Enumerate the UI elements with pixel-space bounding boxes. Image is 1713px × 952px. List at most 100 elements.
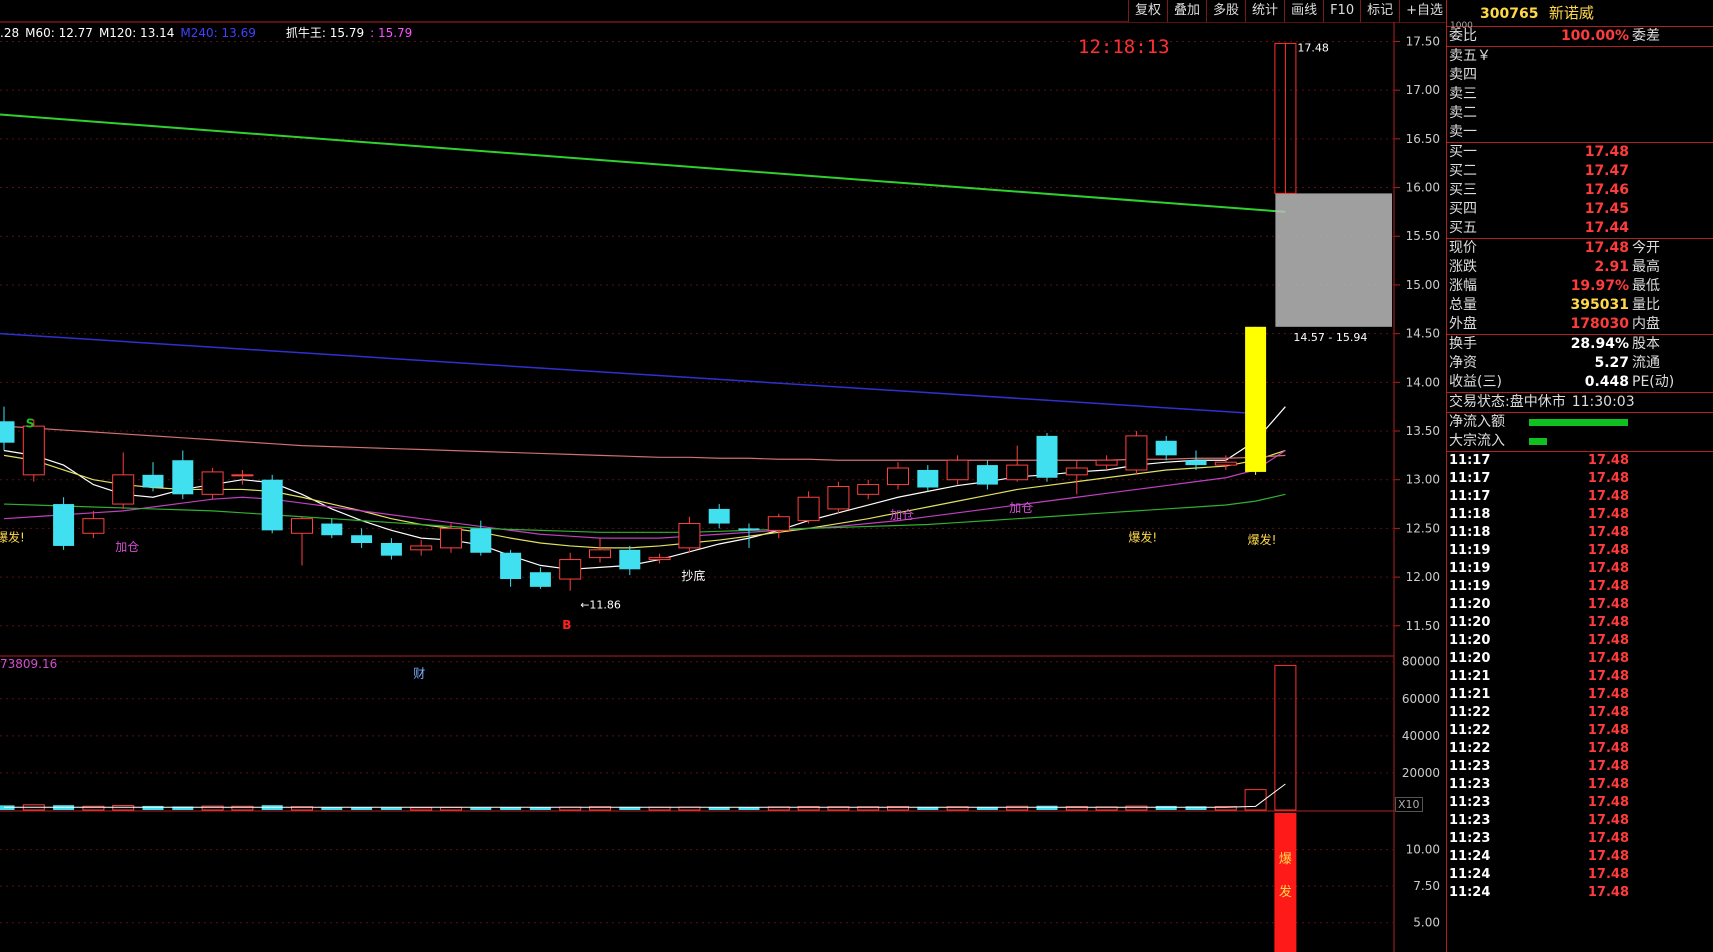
tick-row[interactable]: 11:23 17.48 <box>1447 812 1713 830</box>
tick-time: 11:24 <box>1449 885 1491 900</box>
tick-row[interactable]: 11:24 17.48 <box>1447 884 1713 902</box>
toolbar-item-3[interactable]: 统计 <box>1245 0 1284 22</box>
stats-row: 净资 5.27 流通 <box>1447 354 1713 373</box>
tick-row[interactable]: 11:19 17.48 <box>1447 542 1713 560</box>
price-tick-label: 14.00 <box>1406 375 1440 389</box>
candle-body <box>797 496 820 522</box>
code-prefix: 1000 <box>1450 21 1473 31</box>
stock-title: 1000 300765 新诺威 <box>1447 0 1713 31</box>
tick-row[interactable]: 11:23 17.48 <box>1447 776 1713 794</box>
stats-label: 换手 <box>1449 336 1477 352</box>
toolbar-item-0[interactable]: 复权 <box>1128 0 1167 22</box>
x10-label: X10 <box>1395 797 1423 812</box>
tick-row[interactable]: 11:22 17.48 <box>1447 704 1713 722</box>
tick-price: 17.48 <box>1587 849 1629 864</box>
signal-annotation: 财 <box>413 667 425 681</box>
quote-label: 总量 <box>1449 297 1477 313</box>
tick-row[interactable]: 11:21 17.48 <box>1447 668 1713 686</box>
stock-code: 300765 <box>1480 6 1539 22</box>
quote-label2: 最高 <box>1632 259 1660 275</box>
flow-block: 净流入额 大宗流入 <box>1447 413 1713 452</box>
tick-time: 11:20 <box>1449 597 1491 612</box>
quote-value: 178030 <box>1570 316 1629 332</box>
signal-annotation: 爆发! <box>0 529 25 544</box>
quote-label: 涨跌 <box>1449 259 1477 275</box>
tick-row[interactable]: 11:17 17.48 <box>1447 470 1713 488</box>
tick-row[interactable]: 11:23 17.48 <box>1447 758 1713 776</box>
tick-row[interactable]: 11:23 17.48 <box>1447 830 1713 848</box>
tick-row[interactable]: 11:20 17.48 <box>1447 650 1713 668</box>
indicator-tick-label: 10.00 <box>1406 843 1440 857</box>
stats-label: 净资 <box>1449 355 1477 371</box>
buy-level-row: 买二 17.47 <box>1447 162 1713 181</box>
candle-body <box>172 460 194 495</box>
signal-annotation: B <box>562 618 571 632</box>
quote-label2: 最低 <box>1632 278 1660 294</box>
volume-bar <box>201 805 224 811</box>
tick-row[interactable]: 11:20 17.48 <box>1447 596 1713 614</box>
quote-label2: 今开 <box>1632 240 1660 256</box>
toolbar-item-4[interactable]: 画线 <box>1284 0 1323 22</box>
toolbar-item-1[interactable]: 叠加 <box>1167 0 1206 22</box>
toolbar-item-5[interactable]: F10 <box>1323 0 1360 22</box>
tick-row[interactable]: 11:22 17.48 <box>1447 740 1713 758</box>
tick-time: 11:24 <box>1449 867 1491 882</box>
tick-row[interactable]: 11:17 17.48 <box>1447 452 1713 470</box>
tick-price: 17.48 <box>1587 759 1629 774</box>
tick-list[interactable]: 11:17 17.48 11:17 17.48 11:17 17.48 11:18 17.48… <box>1447 452 1713 902</box>
quote-row: 外盘 178030 内盘 <box>1447 315 1713 334</box>
tick-row[interactable]: 11:21 17.48 <box>1447 686 1713 704</box>
volume-bar <box>380 807 402 810</box>
tick-row[interactable]: 11:20 17.48 <box>1447 614 1713 632</box>
quote-label: 现价 <box>1449 240 1477 256</box>
tick-row[interactable]: 11:22 17.48 <box>1447 722 1713 740</box>
ma-series-2 <box>3 449 1286 539</box>
toolbar-item-6[interactable]: 标记 <box>1360 0 1399 22</box>
candle-body <box>470 528 492 553</box>
toolbar-item-2[interactable]: 多股 <box>1206 0 1245 22</box>
tick-row[interactable]: 11:24 17.48 <box>1447 848 1713 866</box>
zone-range-label: 14.57 - 15.94 <box>1293 331 1367 344</box>
volume-ma <box>4 783 1286 808</box>
candle-body <box>767 516 790 531</box>
candle-body <box>0 421 15 443</box>
tick-row[interactable]: 11:19 17.48 <box>1447 578 1713 596</box>
price-tick-label: 14.50 <box>1406 327 1440 341</box>
volume-bar <box>1036 805 1058 810</box>
tick-row[interactable]: 11:17 17.48 <box>1447 488 1713 506</box>
tick-row[interactable]: 11:24 17.48 <box>1447 866 1713 884</box>
tick-price: 17.48 <box>1587 741 1629 756</box>
volume-legend: 73809.16 <box>0 657 58 671</box>
candle-body <box>261 479 283 531</box>
tick-price: 17.48 <box>1587 867 1629 882</box>
quote-label2: 量比 <box>1632 297 1660 313</box>
kline-chart[interactable]: 17.50 17.00 16.50 16.00 15.50 15.00 14.50 14.00… <box>0 0 1446 952</box>
price-tick-label: 11.50 <box>1406 619 1440 633</box>
candle-body <box>976 465 998 485</box>
buy-level-label: 买三 <box>1449 182 1477 198</box>
volume-bar <box>470 807 492 810</box>
tick-time: 11:22 <box>1449 723 1491 738</box>
candle-body <box>1155 440 1177 456</box>
candle-body <box>738 528 760 531</box>
buy-level-price: 17.45 <box>1584 201 1629 217</box>
tick-row[interactable]: 11:19 17.48 <box>1447 560 1713 578</box>
tick-row[interactable]: 11:18 17.48 <box>1447 524 1713 542</box>
buy-level-label: 买二 <box>1449 163 1477 179</box>
tick-row[interactable]: 11:20 17.48 <box>1447 632 1713 650</box>
quote-value: 19.97% <box>1570 278 1629 294</box>
trade-status-row: 交易状态: 盘中休市 11:30:03 <box>1447 393 1713 413</box>
tick-time: 11:19 <box>1449 579 1491 594</box>
volume-bar <box>112 805 135 811</box>
tick-price: 17.48 <box>1587 831 1629 846</box>
volume-bar <box>1155 805 1177 810</box>
tick-row[interactable]: 11:23 17.48 <box>1447 794 1713 812</box>
buy-level-price: 17.48 <box>1584 144 1629 160</box>
volume-bar <box>1274 664 1297 811</box>
tick-price: 17.48 <box>1587 615 1629 630</box>
tick-price: 17.48 <box>1587 669 1629 684</box>
toolbar-item-7[interactable]: +自选 <box>1399 0 1449 22</box>
buy-level-price: 17.46 <box>1584 182 1629 198</box>
tick-row[interactable]: 11:18 17.48 <box>1447 506 1713 524</box>
quote-row: 总量 395031 量比 <box>1447 296 1713 315</box>
